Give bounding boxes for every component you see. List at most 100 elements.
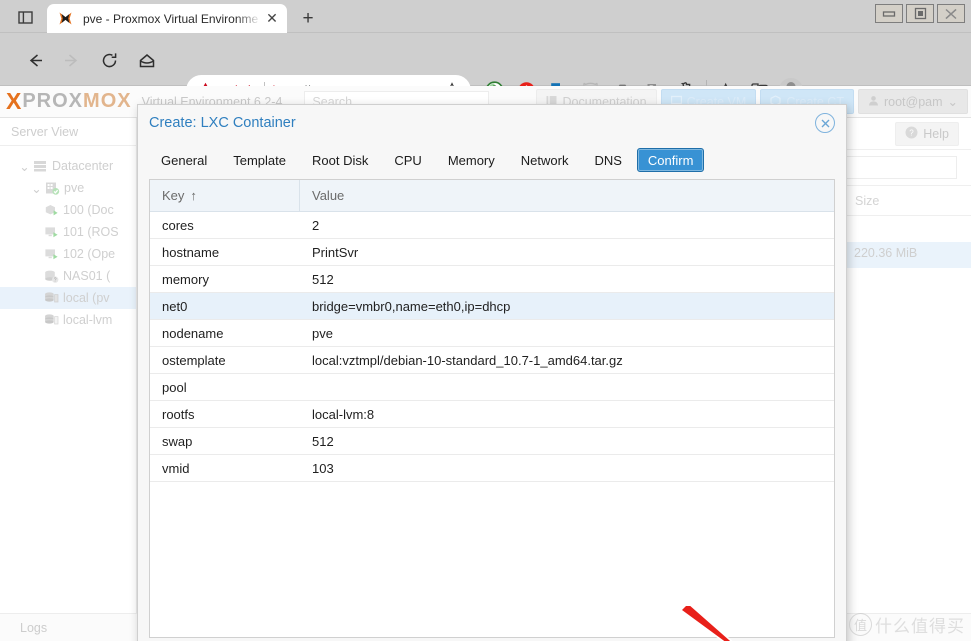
user-icon [868, 95, 879, 109]
chevron-down-icon: ⌄ [948, 94, 958, 109]
table-header: Key ↑ Value [150, 180, 834, 212]
tree-items: ⌄ Datacenter ⌄ pve [0, 146, 136, 331]
table-row[interactable]: ostemplate local:vztmpl/debian-10-standa… [150, 347, 834, 374]
page-viewport: XPROXMOX Virtual Environment 6.2-4 Searc… [0, 86, 971, 641]
svg-text:?: ? [53, 277, 56, 283]
tab-cpu[interactable]: CPU [383, 148, 432, 172]
help-label: Help [923, 127, 949, 141]
tab-title: pve - Proxmox Virtual Environme [83, 12, 261, 26]
browser-toolbar: 不安全 https://10.1.1.254:... [0, 33, 971, 86]
tab-actions-icon[interactable] [12, 7, 38, 27]
sort-asc-icon: ↑ [190, 188, 197, 203]
row-value: 103 [300, 455, 834, 481]
table-row[interactable]: nodename pve [150, 320, 834, 347]
server-view-tree: Server View ⌄ Datacenter ⌄ pve [0, 118, 137, 613]
tree-header[interactable]: Server View [0, 118, 136, 146]
browser-titlebar: pve - Proxmox Virtual Environme ✕ + [0, 0, 971, 33]
table-row[interactable]: net0 bridge=vmbr0,name=eth0,ip=dhcp [150, 293, 834, 320]
back-button[interactable] [22, 47, 48, 73]
row-value: local:vztmpl/debian-10-standard_10.7-1_a… [300, 347, 834, 373]
dialog-titlebar: Create: LXC Container [138, 105, 846, 141]
sidebar-item-local[interactable]: local (pv [0, 287, 136, 309]
close-icon[interactable]: ✕ [263, 10, 281, 28]
column-header-key[interactable]: Key ↑ [150, 180, 300, 211]
row-key: ostemplate [150, 347, 300, 373]
row-key: nodename [150, 320, 300, 346]
home-icon[interactable] [134, 47, 160, 73]
sidebar-item-102[interactable]: 102 (Ope [0, 243, 136, 265]
table-row[interactable]: pool [150, 374, 834, 401]
chevron-down-icon[interactable]: ⌄ [30, 181, 43, 196]
logs-label: Logs [20, 621, 47, 635]
row-value: local-lvm:8 [300, 401, 834, 427]
tab-network[interactable]: Network [510, 148, 580, 172]
row-value: 512 [300, 428, 834, 454]
circle-x-icon[interactable] [815, 113, 835, 133]
browser-window: pve - Proxmox Virtual Environme ✕ + [0, 0, 971, 641]
vm-icon [42, 225, 60, 240]
dialog-title: Create: LXC Container [149, 115, 296, 131]
table-row[interactable]: cores 2 [150, 212, 834, 239]
table-row[interactable]: hostname PrintSvr [150, 239, 834, 266]
close-button[interactable] [937, 4, 965, 23]
user-menu-button[interactable]: root@pam ⌄ [858, 89, 968, 114]
tab-confirm[interactable]: Confirm [637, 148, 705, 172]
help-button[interactable]: ? Help [895, 122, 959, 146]
row-key: swap [150, 428, 300, 454]
row-key: net0 [150, 293, 300, 319]
browser-tab[interactable]: pve - Proxmox Virtual Environme ✕ [47, 4, 287, 33]
sidebar-item-label: 101 (ROS [63, 225, 119, 239]
new-tab-button[interactable]: + [296, 7, 320, 30]
forward-button[interactable] [58, 47, 84, 73]
sidebar-item-label: 100 (Doc [63, 203, 114, 217]
container-icon [42, 203, 60, 218]
row-value: PrintSvr [300, 239, 834, 265]
maximize-button[interactable] [906, 4, 934, 23]
datacenter-icon [31, 159, 49, 173]
proxmox-x-icon [57, 10, 74, 27]
sidebar-item-100[interactable]: 100 (Doc [0, 199, 136, 221]
minimize-button[interactable] [875, 4, 903, 23]
sidebar-item-101[interactable]: 101 (ROS [0, 221, 136, 243]
storage-unknown-icon: ? [42, 269, 60, 284]
sidebar-item-local-lvm[interactable]: local-lvm [0, 309, 136, 331]
table-row[interactable]: memory 512 [150, 266, 834, 293]
svg-text:?: ? [910, 128, 915, 137]
tab-general[interactable]: General [150, 148, 218, 172]
create-lxc-dialog: Create: LXC Container General Template R… [137, 104, 847, 641]
sidebar-item-datacenter[interactable]: ⌄ Datacenter [0, 155, 136, 177]
logo-x-icon: X [6, 90, 22, 113]
proxmox-logo: XPROXMOX [6, 90, 132, 113]
tab-memory[interactable]: Memory [437, 148, 506, 172]
column-header-size[interactable]: Size [840, 194, 971, 208]
row-value: pve [300, 320, 834, 346]
row-key: cores [150, 212, 300, 238]
tab-template[interactable]: Template [222, 148, 297, 172]
vm-icon [42, 247, 60, 262]
row-value [300, 374, 834, 400]
sidebar-item-label: 102 (Ope [63, 247, 115, 261]
sidebar-item-label: local (pv [63, 291, 110, 305]
window-controls [875, 4, 965, 23]
storage-icon [42, 313, 60, 328]
tab-root-disk[interactable]: Root Disk [301, 148, 379, 172]
sidebar-item-label: local-lvm [63, 313, 112, 327]
confirm-summary-table: Key ↑ Value cores 2 hostname PrintSvr me… [149, 179, 835, 638]
row-value: 2 [300, 212, 834, 238]
table-row[interactable]: rootfs local-lvm:8 [150, 401, 834, 428]
sidebar-item-label: NAS01 ( [63, 269, 110, 283]
table-row[interactable]: vmid 103 [150, 455, 834, 482]
column-header-value[interactable]: Value [300, 180, 834, 211]
question-circle-icon: ? [905, 126, 918, 142]
row-size: 220.36 MiB [854, 246, 917, 260]
tab-dns[interactable]: DNS [583, 148, 632, 172]
chevron-down-icon[interactable]: ⌄ [18, 159, 31, 174]
sidebar-item-label: pve [64, 181, 84, 195]
sidebar-item-label: Datacenter [52, 159, 113, 173]
sidebar-item-nas01[interactable]: ? NAS01 ( [0, 265, 136, 287]
sidebar-item-pve[interactable]: ⌄ pve [0, 177, 136, 199]
row-key: pool [150, 374, 300, 400]
table-row[interactable]: swap 512 [150, 428, 834, 455]
reload-icon[interactable] [96, 47, 122, 73]
row-key: rootfs [150, 401, 300, 427]
